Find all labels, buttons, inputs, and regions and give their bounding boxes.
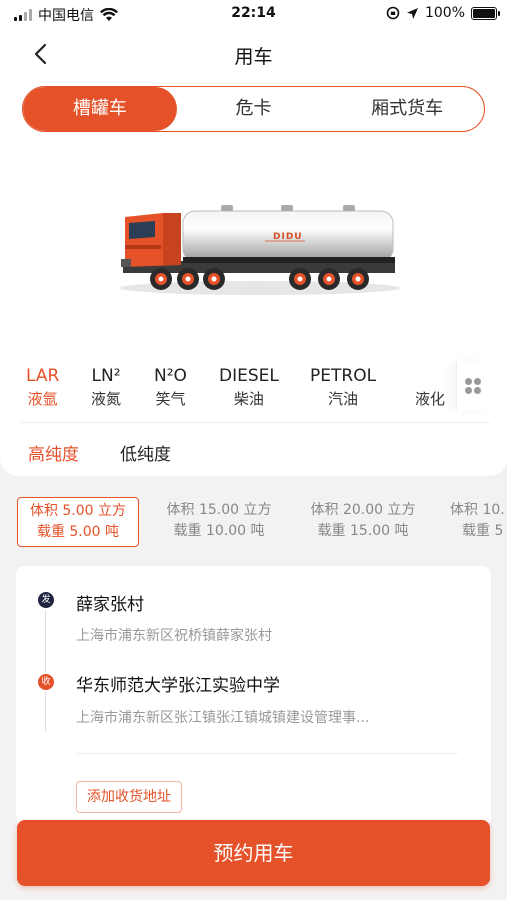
cargo-tab-partial[interactable]: 液化 — [415, 366, 445, 409]
status-right: 100% — [386, 5, 500, 21]
cargo-tab-petrol[interactable]: PETROL 汽油 — [310, 366, 376, 409]
cargo-tab-cn: 液化 — [415, 390, 446, 408]
cargo-tab-cn: 汽油 — [328, 390, 359, 408]
route-line — [45, 610, 46, 672]
spec-option[interactable]: 体积 10. 载重 5 — [450, 497, 507, 547]
cargo-tab-cn: 柴油 — [233, 390, 264, 408]
origin-name[interactable]: 薛家张村 — [76, 590, 144, 615]
cargo-type-tabs: LAR 液氩 LN² 液氮 N²O 笑气 DIESEL 柴油 PETROL 汽油… — [0, 362, 455, 424]
spec-option[interactable]: 体积 20.00 立方 载重 15.00 吨 — [303, 497, 423, 547]
tank-truck-illustration: DIDU — [120, 205, 400, 295]
cargo-tab-cn: 液氩 — [27, 390, 58, 408]
vehicle-type-segmented-control: 槽罐车 危卡 厢式货车 — [22, 86, 485, 132]
destination-name[interactable]: 华东师范大学张江实验中学 — [76, 671, 280, 696]
route-divider — [76, 753, 458, 754]
cargo-tab-n2o[interactable]: N²O 笑气 — [154, 366, 187, 409]
location-icon — [406, 7, 418, 19]
cargo-tab-ln2[interactable]: LN² 液氮 — [91, 366, 121, 409]
page-title: 用车 — [234, 46, 273, 68]
cargo-tab-en: LN² — [91, 366, 121, 386]
spec-volume: 体积 10. — [450, 502, 505, 518]
add-delivery-address-button[interactable]: 添加收货地址 — [76, 781, 182, 813]
cargo-tab-lar[interactable]: LAR 液氩 — [26, 366, 59, 409]
route-line — [45, 692, 46, 732]
spec-load: 载重 10.00 吨 — [173, 523, 265, 539]
cargo-tab-en: N²O — [154, 366, 187, 386]
destination-address[interactable]: 上海市浦东新区张江镇张江镇城镇建设管理事... — [76, 707, 369, 727]
spec-load: 载重 5.00 吨 — [36, 524, 120, 540]
orientation-lock-icon — [386, 6, 400, 20]
cargo-tab-en: LAR — [26, 366, 60, 386]
segment-tank-truck[interactable]: 槽罐车 — [23, 87, 177, 131]
battery-percent: 100% — [424, 5, 465, 21]
segment-hazmat-truck[interactable]: 危卡 — [177, 87, 331, 131]
book-vehicle-button[interactable]: 预约用车 — [17, 820, 490, 886]
battery-icon — [471, 6, 500, 20]
truck-brand-text: DIDU — [273, 232, 303, 242]
cargo-tab-en: PETROL — [310, 366, 377, 386]
tabs-divider — [20, 422, 490, 423]
spec-volume: 体积 5.00 立方 — [29, 503, 127, 519]
route-card: 发 薛家张村 上海市浦东新区祝桥镇薛家张村 收 华东师范大学张江实验中学 上海市… — [16, 566, 491, 826]
spec-volume: 体积 20.00 立方 — [310, 502, 416, 518]
nav-bar: 用车 — [0, 36, 507, 72]
spec-option[interactable]: 体积 15.00 立方 载重 10.00 吨 — [160, 497, 278, 547]
cargo-tab-diesel[interactable]: DIESEL 柴油 — [219, 366, 279, 409]
cargo-tab-cn: 液氮 — [91, 390, 122, 408]
cargo-tab-en — [415, 366, 445, 386]
origin-badge: 发 — [38, 592, 54, 608]
spec-load: 载重 5 — [462, 523, 504, 539]
cargo-tab-cn: 笑气 — [155, 390, 186, 408]
segment-box-truck[interactable]: 厢式货车 — [330, 87, 484, 131]
spec-load: 载重 15.00 吨 — [317, 523, 409, 539]
grid-menu-icon[interactable] — [456, 362, 492, 410]
purity-low[interactable]: 低纯度 — [120, 440, 171, 465]
cargo-tab-en: DIESEL — [219, 366, 279, 386]
status-bar: 中国电信 22:14 100% — [0, 0, 507, 28]
origin-address[interactable]: 上海市浦东新区祝桥镇薛家张村 — [76, 625, 272, 645]
spec-option[interactable]: 体积 5.00 立方 载重 5.00 吨 — [17, 497, 139, 547]
destination-badge: 收 — [38, 674, 54, 690]
purity-high[interactable]: 高纯度 — [28, 440, 79, 465]
spec-volume: 体积 15.00 立方 — [166, 502, 272, 518]
